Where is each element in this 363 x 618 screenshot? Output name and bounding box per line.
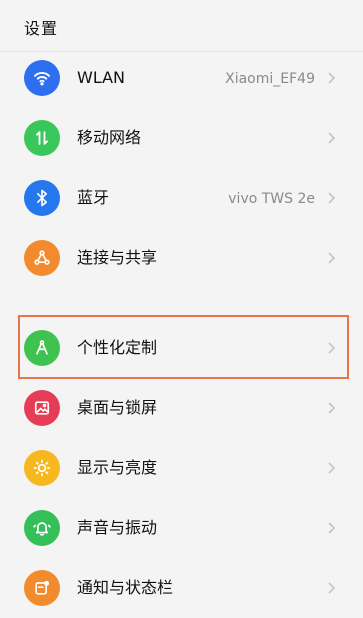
bell-icon	[24, 510, 60, 546]
settings-item-label: 移动网络	[77, 128, 142, 147]
settings-item-label: 桌面与锁屏	[77, 398, 158, 417]
page-title: 设置	[24, 19, 59, 38]
settings-item-label: 连接与共享	[77, 248, 158, 267]
chevron-right-icon	[327, 398, 337, 418]
wallpaper-icon	[24, 390, 60, 426]
chevron-right-icon	[327, 338, 337, 358]
settings-item-wlan[interactable]: WLAN Xiaomi_EF49	[0, 48, 363, 108]
settings-item-sound-vibration[interactable]: 声音与振动	[0, 498, 363, 558]
chevron-right-icon	[327, 248, 337, 268]
settings-item-value: Xiaomi_EF49	[225, 71, 315, 87]
settings-item-desktop-lockscreen[interactable]: 桌面与锁屏	[0, 378, 363, 438]
bluetooth-icon	[24, 180, 60, 216]
settings-item-display-brightness[interactable]: 显示与亮度	[0, 438, 363, 498]
header: 设置	[0, 0, 363, 52]
notification-icon	[24, 570, 60, 606]
settings-item-label: 声音与振动	[77, 518, 158, 537]
chevron-right-icon	[327, 578, 337, 598]
settings-item-label: 通知与状态栏	[77, 578, 174, 597]
chevron-right-icon	[327, 68, 337, 88]
settings-item-connection-sharing[interactable]: 连接与共享	[0, 228, 363, 288]
share-icon	[24, 240, 60, 276]
chevron-right-icon	[327, 188, 337, 208]
settings-item-label: 蓝牙	[77, 188, 110, 207]
settings-item-mobile-network[interactable]: 移动网络	[0, 108, 363, 168]
customize-icon	[24, 330, 60, 366]
brightness-icon	[24, 450, 60, 486]
settings-item-bluetooth[interactable]: 蓝牙 vivo TWS 2e	[0, 168, 363, 228]
wifi-icon	[24, 60, 60, 96]
chevron-right-icon	[327, 128, 337, 148]
settings-item-personalization[interactable]: 个性化定制	[0, 318, 363, 378]
chevron-right-icon	[327, 458, 337, 478]
settings-item-label: 个性化定制	[77, 338, 158, 357]
settings-item-label: 显示与亮度	[77, 458, 158, 477]
settings-item-notifications-statusbar[interactable]: 通知与状态栏	[0, 558, 363, 618]
settings-item-value: vivo TWS 2e	[228, 191, 315, 207]
chevron-right-icon	[327, 518, 337, 538]
settings-item-label: WLAN	[77, 68, 126, 87]
mobile-data-icon	[24, 120, 60, 156]
